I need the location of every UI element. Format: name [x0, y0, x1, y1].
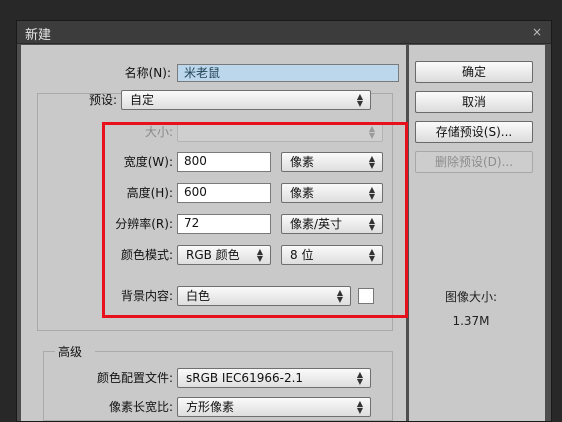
- advanced-heading[interactable]: 高级: [55, 343, 95, 361]
- close-icon[interactable]: ×: [529, 24, 545, 40]
- name-input[interactable]: 米老鼠: [177, 64, 399, 82]
- highlight-box: [102, 122, 408, 318]
- side-panel: 确定 取消 存储预设(S)... 删除预设(D)... 图像大小: 1.37M: [409, 45, 545, 421]
- name-label: 名称(N):: [124, 66, 171, 80]
- dialog-title: 新建: [25, 28, 52, 43]
- preset-value: 自定: [130, 93, 155, 107]
- ok-button[interactable]: 确定: [415, 61, 533, 83]
- preset-label: 预设:: [88, 93, 117, 107]
- chevron-updown-icon: ▲ ▼: [356, 399, 364, 415]
- cancel-button[interactable]: 取消: [415, 91, 533, 113]
- color-profile-dropdown[interactable]: sRGB IEC61966-2.1 ▲ ▼: [177, 368, 371, 388]
- image-size-value: 1.37M: [452, 314, 490, 328]
- chevron-updown-icon: ▲ ▼: [356, 92, 364, 108]
- image-size-label: 图像大小:: [444, 290, 498, 304]
- title-bar[interactable]: 新建 ×: [17, 21, 551, 44]
- pixel-aspect-dropdown[interactable]: 方形像素 ▲ ▼: [177, 397, 371, 417]
- save-preset-button[interactable]: 存储预设(S)...: [415, 121, 533, 143]
- pixel-aspect-value: 方形像素: [186, 400, 235, 414]
- preset-dropdown[interactable]: 自定 ▲ ▼: [121, 90, 371, 110]
- chevron-updown-icon: ▲ ▼: [356, 370, 364, 386]
- color-profile-value: sRGB IEC61966-2.1: [186, 371, 304, 385]
- pixel-aspect-label: 像素长宽比:: [108, 400, 173, 414]
- color-profile-label: 颜色配置文件:: [96, 371, 173, 385]
- delete-preset-button: 删除预设(D)...: [415, 151, 533, 173]
